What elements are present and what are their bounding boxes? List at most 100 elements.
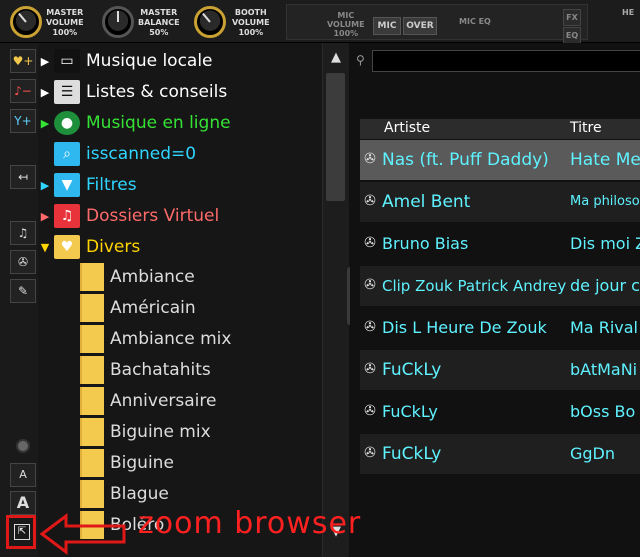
tree-item-label: Filtres — [86, 175, 137, 195]
mic-eq-label: MIC EQ — [459, 17, 491, 26]
folder-icon — [80, 263, 104, 291]
tree-item[interactable]: ▶ ▼ Filtres — [38, 170, 137, 200]
master-volume-knob[interactable] — [10, 6, 42, 38]
add-filter-icon[interactable]: Y+ — [10, 109, 36, 133]
tree-item[interactable]: ▶ ● Musique en ligne — [38, 108, 231, 138]
tree-subitem-label: Américain — [110, 298, 196, 318]
title-cell: Ma Rival — [570, 318, 638, 337]
expand-arrow-icon[interactable]: ▶ — [38, 210, 52, 223]
zoom-browser-highlight: ⇱ — [6, 515, 36, 549]
title-cell: Hate Me — [570, 150, 640, 170]
table-row[interactable]: ✇ Nas (ft. Puff Daddy) Hate Me — [360, 140, 640, 180]
video-reel-icon: ✇ — [364, 319, 376, 335]
table-row[interactable]: ✇ Bruno Bias Dis moi Z — [360, 224, 640, 264]
back-icon[interactable]: ↤ — [10, 165, 36, 189]
folder-icon — [80, 418, 104, 446]
over-button[interactable]: OVER — [403, 17, 437, 35]
title-cell: bOss Bo — [570, 402, 636, 421]
table-row[interactable]: ✇ Amel Bent Ma philosophie — [360, 182, 640, 222]
filter-icon: ▼ — [54, 173, 80, 197]
folder-tree: ▶ ▭ Musique locale ▶ ☰ Listes & conseils ▶ ● Mus… — [38, 43, 322, 557]
fx-eq-group: FX EQ — [563, 9, 581, 44]
video-reel-icon: ✇ — [364, 403, 376, 419]
mixer-strip: MASTER VOLUME 100% MASTER BALANCE 50% BO… — [0, 0, 640, 44]
globe-icon: ● — [54, 111, 80, 135]
video-reel-icon: ✇ — [364, 151, 376, 167]
tree-item[interactable]: ▶ ▭ Musique locale — [38, 46, 213, 76]
video-reel-icon: ✇ — [364, 193, 376, 209]
expand-arrow-icon[interactable]: ▶ — [38, 55, 52, 68]
file-list-panel: ⚲ Artiste Titre ✇ Nas (ft. Puff Daddy) Hat… — [350, 43, 640, 557]
table-row[interactable]: ✇ Clip Zouk Patrick Andrey de jour c — [360, 266, 640, 306]
virtual-folder-icon: ♫ — [54, 204, 80, 228]
heart-folder-icon: ♥ — [54, 235, 80, 259]
video-reel-icon: ✇ — [364, 445, 376, 461]
folder-icon — [80, 387, 104, 415]
tree-subitem-label: Ambiance mix — [110, 329, 232, 349]
column-artist[interactable]: Artiste — [384, 120, 430, 136]
folder-icon — [80, 325, 104, 353]
microphone-icon[interactable]: ✎ — [10, 279, 36, 303]
expand-arrow-icon[interactable]: ▶ — [38, 117, 52, 130]
remove-playlist-icon[interactable]: ♪− — [10, 79, 36, 103]
tree-subitem-label: Anniversaire — [110, 391, 217, 411]
column-title[interactable]: Titre — [570, 120, 602, 136]
expand-arrow-icon[interactable]: ▼ — [38, 241, 52, 254]
indicator-dot-icon — [16, 439, 30, 453]
artist-cell: FuCkLy — [382, 360, 442, 380]
tree-item-label: Listes & conseils — [86, 82, 228, 102]
tree-item[interactable]: ▶ ♫ Dossiers Virtuel — [38, 201, 219, 231]
tree-subitem[interactable]: Américain — [80, 293, 196, 323]
artist-cell: Bruno Bias — [382, 234, 469, 253]
folder-icon — [80, 356, 104, 384]
tree-subitem[interactable]: Ambiance mix — [80, 324, 231, 354]
tree-subitem[interactable]: Blague — [80, 479, 169, 509]
artist-cell: Clip Zouk Patrick Andrey — [382, 277, 567, 295]
music-note-icon[interactable]: ♫ — [10, 221, 36, 245]
table-row[interactable]: ✇ FuCkLy GgDn — [360, 434, 640, 474]
tree-subitem-label: Biguine — [110, 453, 174, 473]
tree-item[interactable]: ▶ ☰ Listes & conseils — [38, 77, 227, 107]
font-larger-button[interactable]: A — [10, 491, 36, 515]
master-balance-knob[interactable] — [102, 6, 134, 38]
video-reel-icon: ✇ — [364, 277, 376, 293]
expand-arrow-icon[interactable]: ▶ — [38, 179, 52, 192]
title-cell: Dis moi Z — [570, 234, 640, 253]
zoom-browser-icon[interactable]: ⇱ — [14, 524, 30, 540]
annotation-arrow-icon — [39, 513, 126, 555]
artist-cell: FuCkLy — [382, 444, 442, 464]
artist-cell: Amel Bent — [382, 192, 471, 212]
tree-subitem[interactable]: Bachatahits — [80, 355, 211, 385]
scroll-up-icon[interactable]: ▲ — [326, 47, 346, 69]
tree-item[interactable]: ⌕ isscanned=0 — [38, 139, 196, 169]
list-header: Artiste Titre — [360, 119, 640, 139]
booth-volume-knob[interactable] — [194, 6, 226, 38]
title-cell: de jour c — [570, 276, 640, 295]
tree-subitem[interactable]: Biguine — [80, 448, 174, 478]
add-favorite-icon[interactable]: ♥+ — [10, 49, 36, 73]
tree-scrollbar[interactable]: ▲ ▼ — [322, 43, 349, 557]
tree-item[interactable]: ▼ ♥ Divers — [38, 232, 140, 262]
computer-icon: ▭ — [54, 49, 80, 73]
video-reel-icon: ✇ — [364, 361, 376, 377]
tree-item-label: Musique en ligne — [86, 113, 231, 133]
font-smaller-button[interactable]: A — [10, 463, 36, 487]
master-balance-label: MASTER BALANCE 50% — [138, 8, 180, 37]
mic-button[interactable]: MIC — [373, 17, 401, 35]
table-row[interactable]: ✇ FuCkLy bOss Bo — [360, 392, 640, 432]
tree-subitem-label: Bachatahits — [110, 360, 211, 380]
table-row[interactable]: ✇ FuCkLy bAtMaNi — [360, 350, 640, 390]
tree-item-label: Divers — [86, 237, 141, 257]
table-row[interactable]: ✇ Dis L Heure De Zouk Ma Rival — [360, 308, 640, 348]
scroll-thumb[interactable] — [326, 73, 345, 201]
fx-button[interactable]: FX — [563, 9, 581, 26]
tree-subitem[interactable]: Ambiance — [80, 262, 195, 292]
video-reel-icon[interactable]: ✇ — [10, 250, 36, 274]
search-input[interactable] — [372, 50, 640, 72]
expand-arrow-icon[interactable]: ▶ — [38, 86, 52, 99]
tree-subitem[interactable]: Biguine mix — [80, 417, 211, 447]
title-cell: GgDn — [570, 444, 616, 463]
tree-subitem[interactable]: Anniversaire — [80, 386, 216, 416]
video-reel-icon: ✇ — [364, 235, 376, 251]
eq-button[interactable]: EQ — [563, 27, 581, 44]
